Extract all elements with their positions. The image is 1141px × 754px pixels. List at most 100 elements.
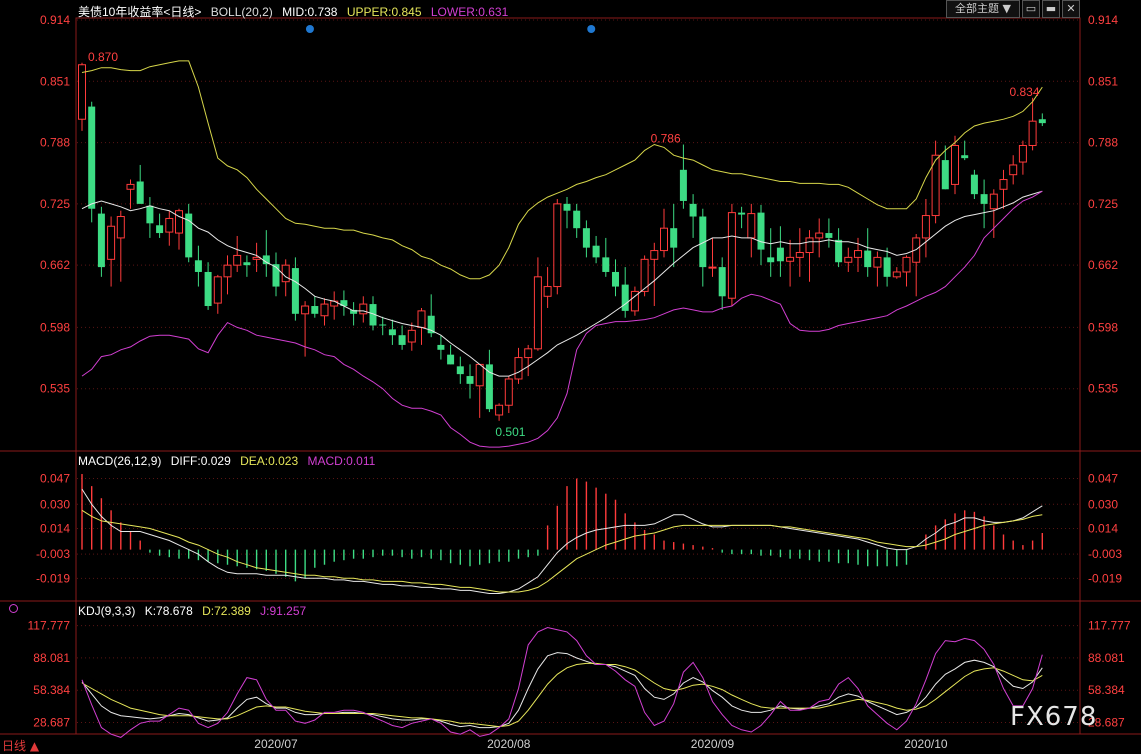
theme-label: 全部主题 (955, 2, 1000, 15)
annotation-label: 0.501 (495, 425, 525, 439)
macd-value-label: MACD:0.011 (307, 454, 376, 468)
candle-body (262, 255, 270, 265)
x-tick-label: 2020/07 (254, 737, 298, 751)
mid-label: MID:0.738 (282, 5, 338, 19)
chevron-down-icon: ▼ (1002, 2, 1011, 15)
candle-body (1028, 120, 1037, 146)
candle-body (533, 276, 542, 350)
candle-body (97, 213, 105, 268)
candle-body (921, 215, 930, 239)
macd-tick-label-right: -0.019 (1088, 571, 1122, 585)
candle-body (447, 354, 455, 365)
candle-body (1038, 119, 1046, 124)
candle-body (941, 160, 949, 190)
candle-body (379, 324, 387, 326)
candle-body (156, 225, 164, 234)
boll-lower-line (81, 190, 1043, 448)
watermark: FX678 (1010, 702, 1098, 732)
candle-body (233, 254, 242, 266)
candle-body (291, 268, 299, 314)
x-tick-label: 2020/10 (904, 737, 948, 751)
price-tick-label-left: 0.725 (40, 197, 70, 211)
candle-body (223, 264, 232, 278)
macd-tick-label-left: 0.014 (40, 521, 70, 535)
price-tick-label-left: 0.914 (40, 13, 70, 27)
candle-body (417, 310, 426, 328)
candle-body (727, 212, 736, 299)
macd-diff-line (81, 488, 1043, 594)
macd-tick-label-right: 0.047 (1088, 472, 1118, 486)
instrument-title[interactable]: 美债10年收益率<日线> (78, 5, 201, 19)
candle-body (961, 155, 969, 159)
event-marker (587, 25, 596, 33)
kdj-k-line (81, 652, 1043, 729)
j-label: J:91.257 (260, 604, 307, 618)
period-tab[interactable]: 日线 ▲ (2, 737, 39, 754)
price-tick-label-left: 0.662 (40, 258, 70, 272)
candle-body (146, 205, 154, 224)
candle-body (718, 267, 726, 297)
candle-body (738, 212, 746, 215)
kdj-tick-label-right: 117.777 (1088, 619, 1131, 633)
candle-body (485, 364, 493, 410)
price-tick-label-right: 0.851 (1088, 74, 1118, 88)
theme-selector[interactable]: 全部主题 ▼ (946, 0, 1020, 18)
macd-tick-label-left: -0.019 (36, 571, 70, 585)
candle-body (213, 276, 222, 304)
boll-upper-line (81, 60, 1043, 280)
candle-body (165, 217, 174, 233)
candle-body (951, 144, 959, 185)
candle-body (679, 169, 687, 201)
candle-body (204, 271, 212, 307)
candle-body (475, 363, 484, 387)
candle-body (660, 227, 668, 252)
boll-mid-line (81, 190, 1043, 377)
price-tick-label-left: 0.598 (40, 320, 70, 334)
candle-body (388, 329, 396, 336)
candle-body (786, 256, 795, 262)
candle-body (573, 210, 581, 229)
settings-dot-icon[interactable] (9, 604, 18, 613)
candle-body (883, 257, 891, 277)
candle-body (757, 212, 765, 250)
price-tick-label-right: 0.535 (1088, 382, 1118, 396)
candle-body (592, 245, 600, 258)
minimize-icon[interactable]: ▬ (1042, 0, 1060, 18)
window-icon[interactable]: ▭ (1022, 0, 1040, 18)
plot-frame (75, 17, 1081, 735)
candle-body (805, 237, 814, 254)
candle-body (116, 216, 125, 239)
candle-body (514, 357, 523, 380)
candle-body (495, 404, 504, 416)
annotation-label: 0.786 (651, 132, 681, 146)
kdj-tick-label-left: 117.777 (28, 619, 71, 633)
candle-body (980, 194, 988, 204)
macd-tick-label-right: 0.030 (1088, 497, 1118, 511)
close-icon[interactable]: ✕ (1062, 0, 1080, 18)
kdj-tick-label-right: 88.081 (1088, 651, 1125, 665)
boll-label: BOLL(20,2) (210, 5, 273, 19)
candle-body (407, 329, 416, 343)
candle-body (844, 256, 853, 263)
x-tick-label: 2020/08 (487, 737, 531, 751)
candle-body (602, 257, 610, 272)
price-tick-label-left: 0.851 (40, 74, 70, 88)
price-tick-label-right: 0.725 (1088, 197, 1118, 211)
candle-body (107, 225, 116, 260)
candle-body (524, 348, 533, 359)
candle-body (582, 228, 590, 248)
macd-header: MACD(26,12,9) DIFF:0.029 DEA:0.023 MACD:… (78, 454, 381, 468)
macd-tick-label-left: -0.003 (36, 547, 70, 561)
candle-body (359, 303, 368, 315)
candle-body (281, 264, 290, 283)
kdj-tick-label-left: 88.081 (33, 651, 70, 665)
kdj-j-line (81, 626, 1043, 738)
candle-body (902, 256, 911, 273)
candle-body (689, 203, 697, 217)
candle-body (543, 286, 552, 297)
candle-body (873, 256, 882, 268)
candle-body (243, 262, 251, 266)
dea-label: DEA:0.023 (240, 454, 299, 468)
candle-body (999, 179, 1008, 190)
candle-body (301, 305, 310, 315)
